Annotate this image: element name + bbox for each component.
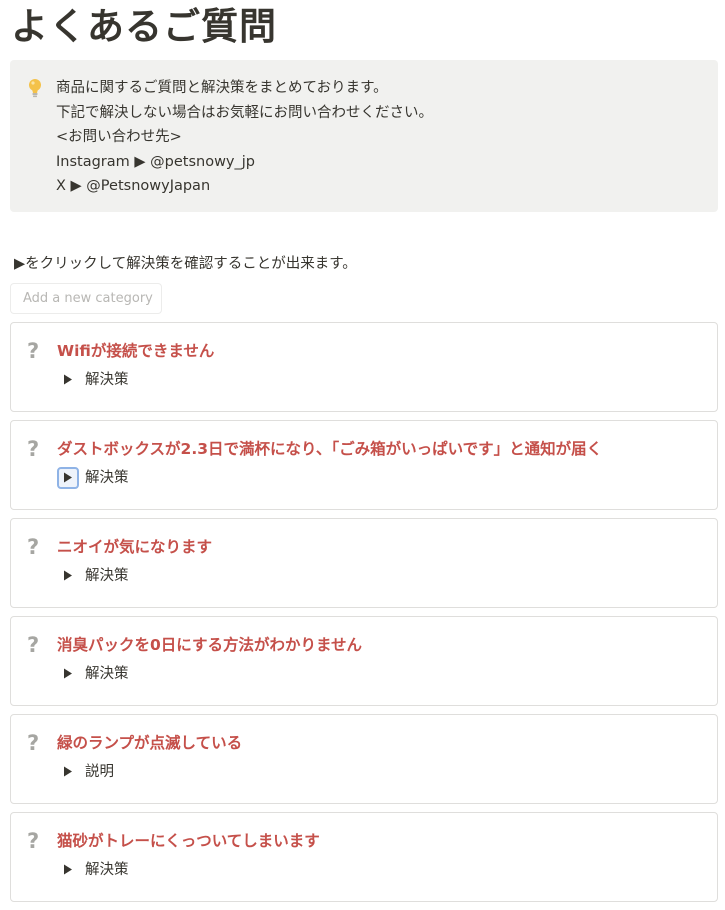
toggle-label[interactable]: 解決策 bbox=[85, 662, 129, 686]
instruction-text: ▶をクリックして解決策を確認することが出来ます。 bbox=[14, 256, 357, 272]
callout-line: <お問い合わせ先> bbox=[56, 129, 182, 145]
toggle-triangle-button[interactable] bbox=[57, 565, 79, 587]
faq-question[interactable]: ダストボックスが2.3日で満杯になり、「ごみ箱がいっぱいです」と通知が届く bbox=[57, 438, 602, 460]
faq-question[interactable]: 消臭パックを0日にする方法がわかりません bbox=[57, 634, 362, 656]
callout-line: 下記で解決しない場合はお気軽にお問い合わせください。 bbox=[56, 104, 433, 121]
triangle-right-icon bbox=[64, 668, 72, 679]
faq-question[interactable]: 緑のランプが点滅している bbox=[57, 732, 242, 754]
faq-card: ? ニオイが気になります 解決策 bbox=[10, 518, 718, 608]
faq-card: ? 消臭パックを0日にする方法がわかりません 解決策 bbox=[10, 616, 718, 706]
question-mark-icon: ? bbox=[27, 633, 40, 657]
faq-question[interactable]: 猫砂がトレーにくっついてしまいます bbox=[57, 830, 320, 852]
question-mark-icon: ? bbox=[27, 339, 40, 363]
toggle-label[interactable]: 説明 bbox=[85, 760, 114, 784]
faq-card: ? 緑のランプが点滅している 説明 bbox=[10, 714, 718, 804]
question-mark-icon: ? bbox=[27, 731, 40, 755]
triangle-right-icon bbox=[64, 766, 72, 777]
triangle-right-icon bbox=[64, 570, 72, 581]
faq-card: ? Wifiが接続できません 解決策 bbox=[10, 322, 718, 412]
toggle-triangle-button[interactable] bbox=[57, 369, 79, 391]
faq-card: ? ダストボックスが2.3日で満杯になり、「ごみ箱がいっぱいです」と通知が届く … bbox=[10, 420, 718, 510]
toggle-triangle-button[interactable] bbox=[57, 859, 79, 881]
toggle-triangle-button[interactable] bbox=[57, 761, 79, 783]
question-mark-icon: ? bbox=[27, 829, 40, 853]
triangle-right-icon bbox=[64, 374, 72, 385]
contact-callout: 商品に関するご質問と解決策をまとめております。 下記で解決しない場合はお気軽にお… bbox=[10, 60, 718, 212]
callout-instagram-line: Instagram ▶ @petsnowy_jp bbox=[56, 153, 255, 170]
toggle-triangle-button[interactable] bbox=[57, 663, 79, 685]
faq-question[interactable]: ニオイが気になります bbox=[57, 536, 212, 558]
callout-line: 商品に関するご質問と解決策をまとめております。 bbox=[56, 80, 388, 96]
triangle-right-icon bbox=[64, 864, 72, 875]
callout-x-line: X ▶ @PetsnowyJapan bbox=[56, 178, 211, 194]
faq-card: ? 猫砂がトレーにくっついてしまいます 解決策 bbox=[10, 812, 718, 902]
question-mark-icon: ? bbox=[27, 437, 40, 461]
faq-page: よくあるご質問 商品に関するご質問と解決策をまとめております。 下記で解決しない… bbox=[0, 0, 725, 909]
page-title: よくあるご質問 bbox=[11, 5, 277, 48]
toggle-label[interactable]: 解決策 bbox=[85, 858, 129, 882]
toggle-label[interactable]: 解決策 bbox=[85, 368, 129, 392]
add-category-input[interactable]: Add a new category bbox=[10, 283, 162, 314]
callout-text: 商品に関するご質問と解決策をまとめております。 下記で解決しない場合はお気軽にお… bbox=[56, 76, 433, 199]
lightbulb-icon bbox=[26, 77, 44, 99]
faq-list: ? Wifiが接続できません 解決策 ? ダストボックスが2.3日で満杯になり、… bbox=[10, 322, 718, 910]
faq-question[interactable]: Wifiが接続できません bbox=[57, 340, 214, 362]
question-mark-icon: ? bbox=[27, 535, 40, 559]
toggle-label[interactable]: 解決策 bbox=[85, 466, 129, 490]
toggle-label[interactable]: 解決策 bbox=[85, 564, 129, 588]
triangle-right-icon bbox=[64, 472, 72, 483]
toggle-triangle-button[interactable] bbox=[57, 467, 79, 489]
